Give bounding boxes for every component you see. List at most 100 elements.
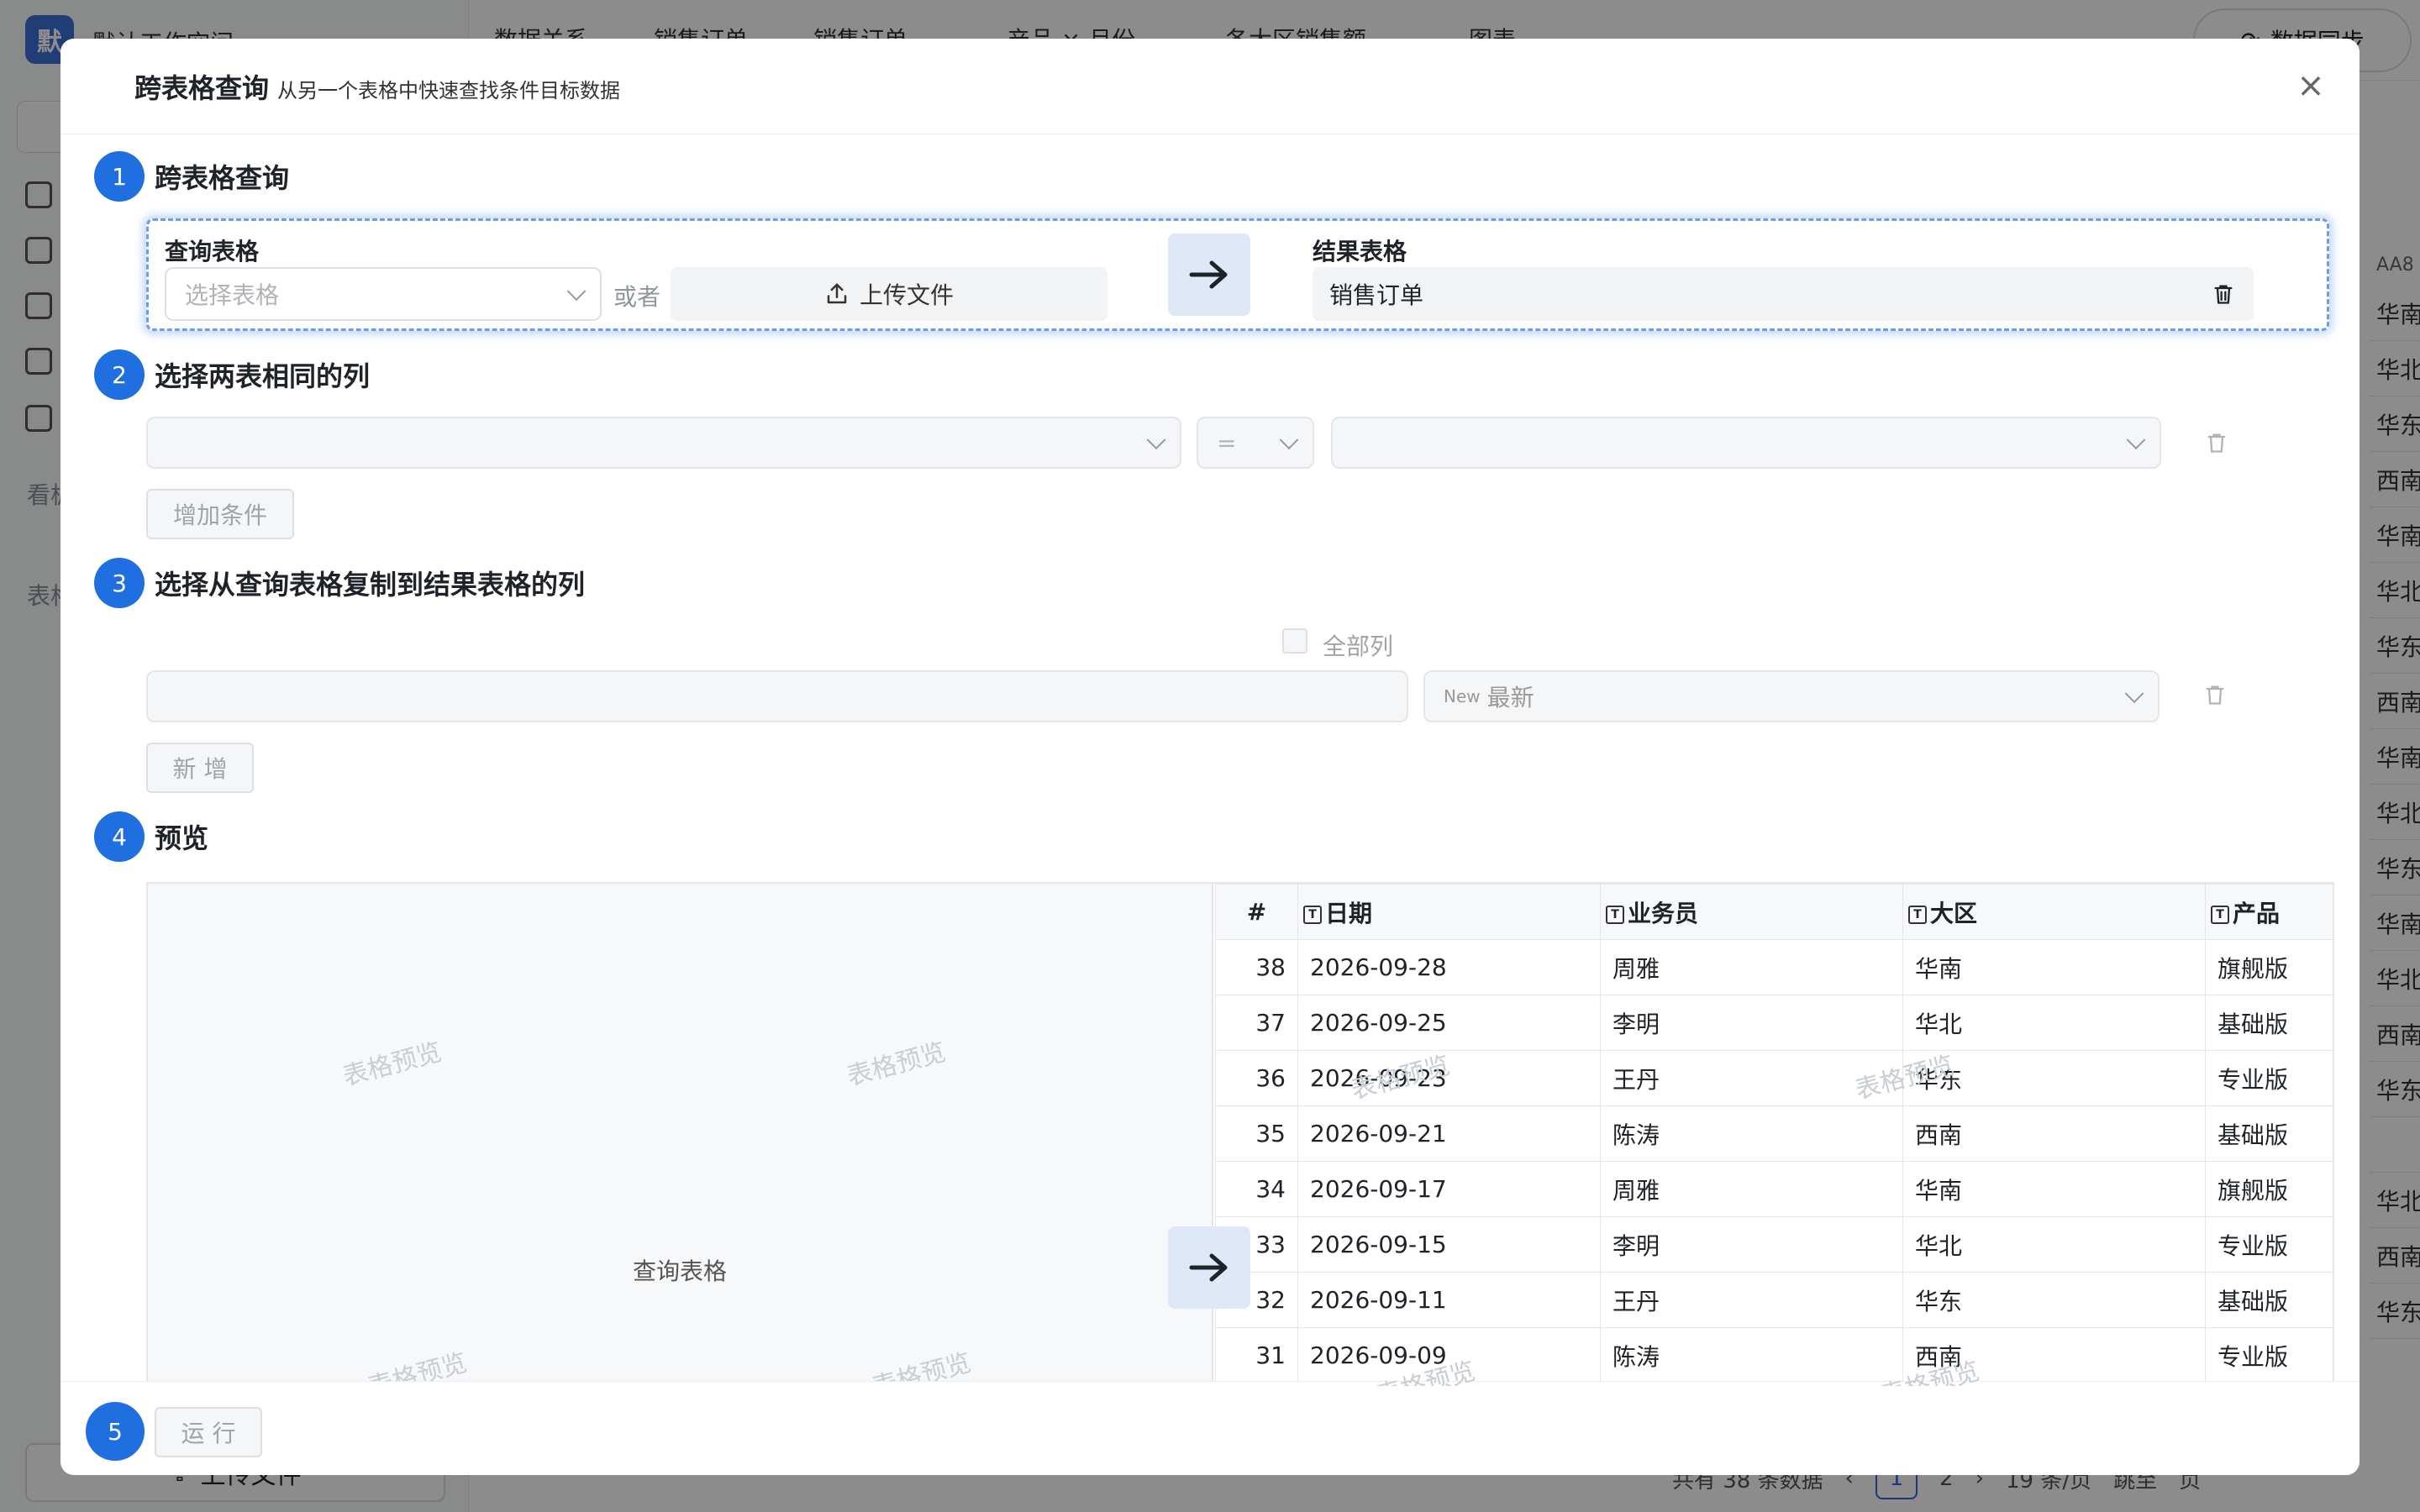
table-cell: 华北 xyxy=(1902,1216,2206,1273)
column-header-label: 日期 xyxy=(1325,899,1373,927)
table-cell: 李明 xyxy=(1600,995,1903,1051)
table-row[interactable]: 35 2026-09-21 陈涛 西南 基础版 xyxy=(1215,1105,2333,1162)
watermark: 表格预览 xyxy=(339,1037,445,1092)
result-table-label: 结果表格 xyxy=(1313,238,1407,265)
table-cell: 周雅 xyxy=(1600,1161,1903,1217)
step-5-number: 5 xyxy=(86,1402,145,1461)
table-cell: 李明 xyxy=(1600,1216,1903,1273)
step-2-header: 2 选择两表相同的列 xyxy=(94,349,370,400)
table-cell: 基础版 xyxy=(2205,995,2333,1051)
cross-table-query-dialog: 跨表格查询 从另一个表格中快速查找条件目标数据 × 1 跨表格查询 查询表格 选… xyxy=(60,39,2360,1475)
add-condition-button[interactable]: 增加条件 xyxy=(146,489,294,539)
chevron-down-icon xyxy=(1146,430,1166,450)
query-column-select[interactable] xyxy=(146,417,1181,469)
result-table-preview: 表格预览 表格预览 表格预览 表格预览 # T 日期 T 业务员 T 大区 T 产品 38 202… xyxy=(1215,884,2333,1386)
watermark: 表格预览 xyxy=(844,1037,950,1092)
query-table-preview-label: 查询表格 xyxy=(632,1257,727,1285)
table-cell: 华南 xyxy=(1902,939,2206,995)
table-cell: 陈涛 xyxy=(1600,1105,1903,1162)
operator-value: = xyxy=(1217,428,1237,457)
row-number: 35 xyxy=(1215,1105,1298,1162)
column-header[interactable]: T 产品 xyxy=(2205,884,2333,940)
step-4-label: 预览 xyxy=(155,822,209,854)
table-row[interactable]: 38 2026-09-28 周雅 华南 旗舰版 xyxy=(1215,939,2333,995)
step-2-number: 2 xyxy=(94,349,145,400)
table-cell: 2026-09-28 xyxy=(1297,939,1601,995)
text-type-icon: T xyxy=(1606,905,1624,924)
table-cell: 华南 xyxy=(1902,1161,2206,1217)
row-number: 36 xyxy=(1215,1050,1298,1106)
upload-icon xyxy=(827,283,847,304)
table-cell: 专业版 xyxy=(2205,1216,2333,1273)
table-row[interactable]: 33 2026-09-15 李明 华北 专业版 xyxy=(1215,1216,2333,1273)
table-cell: 2026-09-25 xyxy=(1297,995,1601,1051)
table-row[interactable]: 37 2026-09-25 李明 华北 基础版 xyxy=(1215,995,2333,1051)
row-number: 34 xyxy=(1215,1161,1298,1217)
step-3-header: 3 选择从查询表格复制到结果表格的列 xyxy=(94,558,585,608)
column-header-label: 产品 xyxy=(2233,899,2281,927)
column-header[interactable]: T 日期 xyxy=(1297,884,1601,940)
result-column-select[interactable] xyxy=(1331,417,2161,469)
row-number: 37 xyxy=(1215,995,1298,1051)
table-cell: 王丹 xyxy=(1600,1272,1903,1328)
column-header[interactable]: # xyxy=(1215,884,1298,940)
preview-table: # T 日期 T 业务员 T 大区 T 产品 38 2026-09-28 周雅 华南 旗舰版 37 2026… xyxy=(1215,884,2333,1383)
all-columns-checkbox[interactable] xyxy=(1282,628,1307,654)
table-cell: 基础版 xyxy=(2205,1105,2333,1162)
query-table-select[interactable]: 选择表格 xyxy=(165,267,602,321)
step-1-label: 跨表格查询 xyxy=(155,162,290,194)
table-cell: 2026-09-17 xyxy=(1297,1161,1601,1217)
table-cell: 专业版 xyxy=(2205,1327,2333,1383)
step-3-number: 3 xyxy=(94,558,145,608)
copy-columns-select[interactable] xyxy=(146,670,1408,722)
table-cell: 专业版 xyxy=(2205,1050,2333,1106)
step-2-label: 选择两表相同的列 xyxy=(155,360,371,392)
chevron-down-icon xyxy=(2124,684,2144,704)
watermark: 表格预览 xyxy=(365,1347,471,1386)
table-row[interactable]: 32 2026-09-11 王丹 华东 基础版 xyxy=(1215,1272,2333,1328)
dialog-header: 跨表格查询 从另一个表格中快速查找条件目标数据 × xyxy=(60,39,2360,134)
table-cell: 2026-09-15 xyxy=(1297,1216,1601,1273)
operator-select[interactable]: = xyxy=(1197,417,1314,469)
step-4-header: 4 预览 xyxy=(94,811,208,862)
table-cell: 陈涛 xyxy=(1600,1327,1903,1383)
upload-file-button[interactable]: 上传文件 xyxy=(671,267,1107,321)
query-table-label: 查询表格 xyxy=(165,238,260,265)
column-header[interactable]: T 大区 xyxy=(1902,884,2206,940)
step-5-header: 5 xyxy=(86,1402,145,1461)
query-table-preview: 表格预览 表格预览 表格预览 表格预览 查询表格 xyxy=(148,884,1213,1386)
table-cell: 华北 xyxy=(1902,995,2206,1051)
row-number: 38 xyxy=(1215,939,1298,995)
text-type-icon: T xyxy=(1908,905,1927,924)
dialog-subtitle: 从另一个表格中快速查找条件目标数据 xyxy=(277,79,621,102)
chevron-down-icon xyxy=(2126,430,2146,450)
result-table-field[interactable]: 销售订单 xyxy=(1313,267,2254,321)
preview-panel: 表格预览 表格预览 表格预览 表格预览 查询表格 表格预览 表格预览 表格预览 … xyxy=(146,882,2334,1386)
trash-icon[interactable] xyxy=(2203,682,2227,707)
table-cell: 华东 xyxy=(1902,1272,2206,1328)
step-4-number: 4 xyxy=(94,811,145,862)
upload-file-label: 上传文件 xyxy=(859,281,954,309)
column-header-label: # xyxy=(1246,898,1267,926)
chevron-down-icon xyxy=(566,281,587,302)
close-icon[interactable]: × xyxy=(2292,67,2329,104)
column-header-label: 业务员 xyxy=(1628,899,1699,927)
table-row[interactable]: 34 2026-09-17 周雅 华南 旗舰版 xyxy=(1215,1161,2333,1217)
new-tag: New xyxy=(1444,686,1481,706)
table-cell: 旗舰版 xyxy=(2205,1161,2333,1217)
arrow-right-icon xyxy=(1168,234,1250,316)
add-column-button[interactable]: 新 增 xyxy=(146,743,254,793)
copy-mode-select[interactable]: New 最新 xyxy=(1423,670,2160,722)
step-1-header: 1 跨表格查询 xyxy=(94,151,289,202)
trash-icon[interactable] xyxy=(2205,430,2228,455)
arrow-right-icon xyxy=(1168,1226,1250,1309)
column-header-label: 大区 xyxy=(1930,899,1978,927)
table-cell: 西南 xyxy=(1902,1105,2206,1162)
step-3-label: 选择从查询表格复制到结果表格的列 xyxy=(155,569,586,601)
query-table-placeholder: 选择表格 xyxy=(185,281,280,309)
trash-icon[interactable] xyxy=(2212,281,2235,307)
chevron-down-icon xyxy=(1279,430,1299,450)
run-button[interactable]: 运 行 xyxy=(155,1407,262,1457)
copy-mode-value: 最新 xyxy=(1486,684,1534,711)
column-header[interactable]: T 业务员 xyxy=(1600,884,1903,940)
